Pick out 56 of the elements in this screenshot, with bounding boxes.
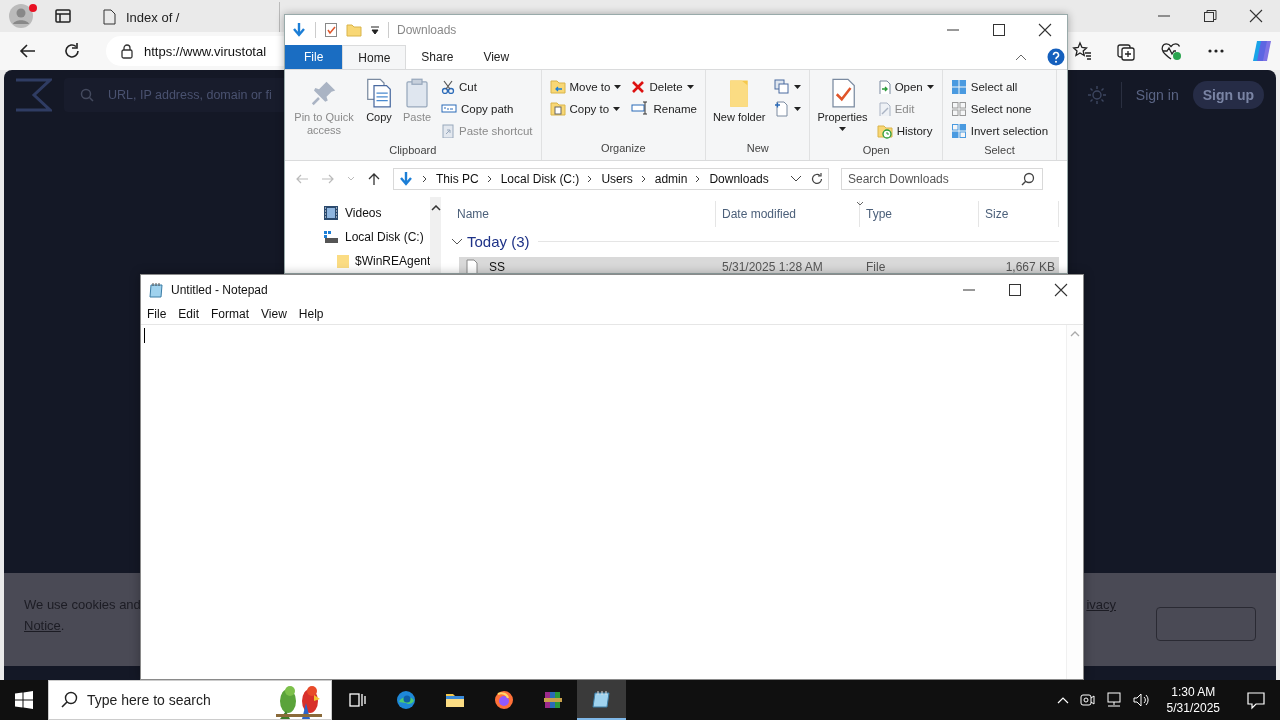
search-field[interactable]: Search Downloads (841, 168, 1043, 190)
menu-item[interactable]: Format (205, 307, 256, 321)
file-name: SS (489, 260, 505, 273)
window-title: Downloads (397, 23, 457, 37)
column-header[interactable]: Date modified (716, 201, 860, 227)
group-label: Open (861, 144, 891, 158)
ribbon-tab[interactable]: View (468, 45, 525, 69)
table-cell-text: 1,667 KB (1004, 260, 1056, 273)
ribbon-button[interactable]: Properties (814, 74, 871, 144)
ribbon-button[interactable]: Cut (441, 76, 533, 98)
file-row[interactable]: SS 5/31/2025 1:28 AM File 1,667 KB (459, 257, 1059, 273)
address-bar[interactable]: https://www.virustotal (106, 36, 284, 66)
group-label: Select (983, 144, 1016, 158)
path-segment[interactable]: Downloads (709, 172, 769, 186)
menu-item[interactable]: View (255, 307, 293, 321)
nav-item[interactable]: Videos (323, 201, 431, 225)
path-segment[interactable]: admin (654, 172, 688, 186)
ribbon-button[interactable]: Select none (950, 98, 1049, 120)
ribbon-button[interactable]: Rename (631, 98, 697, 120)
group-label: Clipboard (388, 144, 438, 158)
nav-item[interactable]: Local Disk (C:) (323, 225, 431, 249)
menu-item[interactable]: Edit (172, 307, 206, 321)
clock[interactable]: 1:30 AM 5/31/2025 (1160, 684, 1226, 716)
path-segment[interactable]: This PC (436, 172, 479, 186)
path-segment[interactable]: Users (601, 172, 633, 186)
period-text: . (60, 618, 65, 633)
ribbon-button[interactable]: Copy (361, 74, 397, 144)
ribbon-tab[interactable]: Home (342, 45, 407, 69)
address-bar[interactable]: This PC Local Disk (C:) Users admin Downloads (393, 168, 829, 190)
ribbon-button[interactable]: Invert selection (950, 120, 1049, 142)
column-header[interactable]: Type (860, 201, 979, 227)
column-header[interactable]: Name (451, 201, 716, 227)
ribbon-button[interactable]: Copy to (549, 98, 622, 120)
ribbon-button[interactable]: Move to (549, 76, 622, 98)
column-header[interactable]: Size (979, 201, 1059, 227)
ribbon-button[interactable]: Open (876, 76, 934, 98)
table-cell-text: 5/31/2025 1:28 AM (721, 260, 824, 273)
sign-up-button[interactable]: Sign up (1192, 81, 1264, 109)
ribbon-button[interactable]: History (876, 120, 934, 142)
group-header[interactable]: Today (3) (451, 232, 530, 250)
menu-item[interactable]: Help (292, 307, 330, 321)
menu-item[interactable]: File (141, 307, 173, 321)
group-label: Organize (599, 142, 647, 156)
table-cell-text: File (865, 260, 887, 273)
nav-item[interactable]: $WinREAgent (335, 249, 431, 273)
ribbon-button[interactable]: Delete (631, 76, 697, 98)
path-segment[interactable]: Local Disk (C:) (500, 172, 580, 186)
ribbon-button[interactable]: Copy path (441, 98, 533, 120)
ribbon-button[interactable]: New folder (709, 74, 769, 142)
ribbon-tab[interactable]: Share (406, 45, 469, 69)
url-text: https://www.virustotal (144, 43, 267, 59)
ribbon-button[interactable]: Select all (950, 76, 1049, 98)
ribbon-tab[interactable]: File (285, 45, 343, 69)
group-label: New (745, 142, 770, 156)
window-title: Untitled - Notepad (171, 282, 268, 297)
search-field[interactable]: URL, IP address, domain or fi (64, 78, 284, 112)
